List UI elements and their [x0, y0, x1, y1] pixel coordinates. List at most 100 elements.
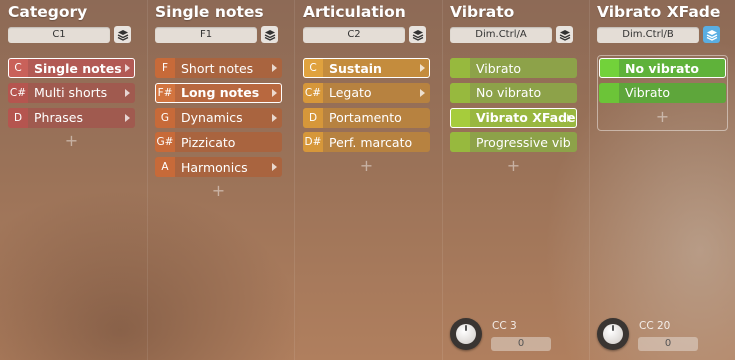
articulation-list: No vibrato Vibrato +: [599, 58, 726, 126]
chevron-right-icon: [125, 64, 130, 72]
column-vibrato: Vibrato Dim.Ctrl/A Vibrato No vibrato Vibra…: [442, 0, 590, 360]
trigger-selector[interactable]: Dim.Ctrl/A: [450, 27, 552, 43]
key-label: [450, 107, 470, 128]
list-item-portamento[interactable]: D Portamento: [303, 107, 430, 128]
list-item-multi-shorts[interactable]: C# Multi shorts: [8, 82, 135, 103]
chevron-right-icon: [272, 163, 277, 172]
column-vibrato-xfade: Vibrato XFade Dim.Ctrl/B No vibrato Vibrat…: [589, 0, 735, 360]
layers-icon: [412, 29, 423, 41]
chevron-right-icon: [272, 113, 277, 122]
list-item-single-notes[interactable]: C Single notes: [8, 58, 135, 78]
chevron-right-icon: [272, 88, 277, 97]
key-label: [599, 82, 619, 103]
key-label: [450, 58, 470, 78]
layers-icon: [264, 29, 275, 41]
item-label: Progressive vib: [476, 134, 571, 150]
trigger-selector[interactable]: C2: [303, 27, 405, 43]
column-articulation: Articulation C2 C Sustain C# Legato D Portamen…: [295, 0, 443, 360]
layers-icon: [117, 29, 128, 41]
list-item-legato[interactable]: C# Legato: [303, 82, 430, 103]
item-label: Vibrato XFade: [476, 110, 576, 126]
layers-button[interactable]: [409, 26, 426, 43]
trigger-selector[interactable]: Dim.Ctrl/B: [597, 27, 699, 43]
layers-button[interactable]: [261, 26, 278, 43]
list-item-long-notes[interactable]: F# Long notes: [155, 82, 282, 103]
list-item-pizzicato[interactable]: G# Pizzicato: [155, 132, 282, 153]
item-label: No vibrato: [625, 60, 699, 76]
item-label: Long notes: [181, 85, 260, 101]
item-label: Legato: [329, 85, 372, 101]
item-label: Short notes: [181, 60, 254, 76]
item-label: Vibrato: [476, 60, 522, 76]
key-label: [599, 58, 619, 78]
key-label: [450, 132, 470, 153]
knob-indicator: [612, 325, 614, 331]
item-label: Harmonics: [181, 159, 248, 175]
list-item-vibrato-xfade[interactable]: Vibrato XFade: [450, 107, 577, 128]
column-category: Category C1 C Single notes C# Multi shorts D P…: [0, 0, 148, 360]
chevron-right-icon: [125, 113, 130, 122]
key-label: A: [155, 157, 175, 178]
key-label: G#: [155, 132, 175, 153]
chevron-right-icon: [272, 64, 277, 72]
list-item-no-vibrato[interactable]: No vibrato: [599, 58, 726, 78]
layers-button[interactable]: [114, 26, 131, 43]
knob-icon[interactable]: [597, 318, 629, 350]
cc-label: CC 3: [492, 320, 517, 332]
item-label: Dynamics: [181, 110, 243, 126]
layers-icon: [559, 29, 570, 41]
key-label: F#: [155, 82, 175, 103]
key-label: F: [155, 58, 175, 78]
item-label: Vibrato: [625, 85, 671, 101]
chevron-right-icon: [567, 113, 572, 122]
item-label: Perf. marcato: [329, 134, 413, 150]
list-item-progressive-vib[interactable]: Progressive vib: [450, 132, 577, 153]
key-label: C#: [303, 82, 323, 103]
item-label: Portamento: [329, 110, 402, 126]
key-label: D: [303, 107, 323, 128]
list-item-vibrato[interactable]: Vibrato: [599, 82, 726, 103]
key-label: C#: [8, 82, 28, 103]
add-item-button[interactable]: +: [303, 157, 430, 175]
add-item-button[interactable]: +: [8, 132, 135, 150]
list-item-dynamics[interactable]: G Dynamics: [155, 107, 282, 128]
layers-button[interactable]: [703, 26, 720, 43]
key-label: C: [8, 58, 28, 78]
cc-value-field[interactable]: 0: [638, 337, 698, 351]
add-item-button[interactable]: +: [155, 181, 282, 200]
key-label: D: [8, 107, 28, 128]
item-label: No vibrato: [476, 85, 542, 101]
list-item-vibrato[interactable]: Vibrato: [450, 58, 577, 78]
layers-icon: [706, 29, 717, 41]
trigger-selector[interactable]: C1: [8, 27, 110, 43]
layers-button[interactable]: [556, 26, 573, 43]
trigger-selector[interactable]: F1: [155, 27, 257, 43]
knob-icon[interactable]: [450, 318, 482, 350]
list-item-sustain[interactable]: C Sustain: [303, 58, 430, 78]
list-item-phrases[interactable]: D Phrases: [8, 107, 135, 128]
column-title: Articulation: [303, 3, 406, 21]
key-label: D#: [303, 132, 323, 153]
column-title: Vibrato: [450, 3, 515, 21]
articulation-list: Vibrato No vibrato Vibrato XFade Progressiv…: [450, 58, 577, 175]
list-item-short-notes[interactable]: F Short notes: [155, 58, 282, 78]
list-item-no-vibrato[interactable]: No vibrato: [450, 82, 577, 103]
list-item-harmonics[interactable]: A Harmonics: [155, 157, 282, 178]
item-label: Pizzicato: [181, 134, 236, 150]
chevron-right-icon: [125, 88, 130, 97]
key-label: [450, 82, 470, 103]
column-single-notes: Single notes F1 F Short notes F# Long notes G…: [147, 0, 295, 360]
cc-value-field[interactable]: 0: [491, 337, 551, 351]
list-item-perf-marcato[interactable]: D# Perf. marcato: [303, 132, 430, 153]
articulation-list: C Sustain C# Legato D Portamento D# Perf. marca…: [303, 58, 430, 175]
column-title: Vibrato XFade: [597, 3, 721, 21]
chevron-right-icon: [420, 64, 425, 72]
add-item-button[interactable]: +: [450, 157, 577, 175]
key-label: G: [155, 107, 175, 128]
articulation-list: F Short notes F# Long notes G Dynamics G# Pizzi…: [155, 58, 282, 200]
knob-indicator: [465, 325, 467, 331]
item-label: Sustain: [329, 60, 382, 76]
item-label: Single notes: [34, 60, 122, 76]
add-item-button[interactable]: +: [599, 107, 726, 126]
column-title: Single notes: [155, 3, 264, 21]
